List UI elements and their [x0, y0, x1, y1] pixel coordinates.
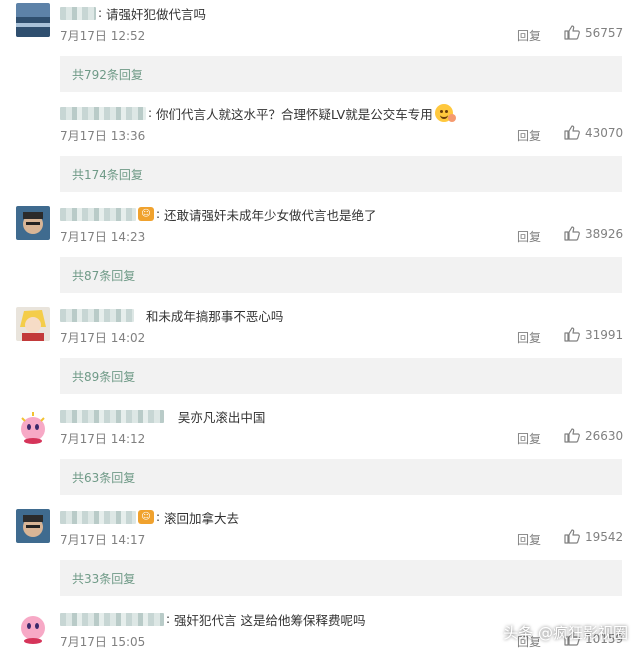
timestamp: 7月17日 14:12 — [60, 432, 146, 446]
like-button[interactable]: 31991 — [564, 327, 623, 342]
timestamp: 7月17日 13:36 — [60, 129, 146, 143]
colon: : — [98, 6, 103, 20]
more-replies-link[interactable]: 共89条回复 — [72, 368, 135, 385]
username[interactable] — [60, 106, 146, 120]
comment-text: 你们代言人就这水平？合理怀疑LV就是公交车专用 — [156, 106, 433, 122]
like-button[interactable]: 43070 — [564, 125, 623, 140]
more-replies-link[interactable]: 共87条回复 — [72, 267, 135, 284]
colon: : — [148, 106, 153, 120]
colon — [166, 409, 170, 423]
like-count: 31991 — [585, 327, 624, 342]
comment-text: 强奸犯代言 这是给他筹保释费呢吗 — [174, 612, 366, 628]
timestamp: 7月17日 12:52 — [60, 29, 146, 43]
comment-line: ☺ : 还敢请强奸未成年少女做代言也是绝了 — [60, 204, 377, 224]
more-replies-link[interactable]: 共792条回复 — [72, 66, 143, 83]
like-count: 26630 — [585, 428, 624, 443]
avatar[interactable] — [16, 509, 50, 543]
thumbs-up-icon — [564, 327, 580, 342]
thumbs-up-icon — [564, 25, 580, 40]
replies-box: 共174条回复 — [60, 156, 622, 192]
like-button[interactable]: 26630 — [564, 428, 623, 443]
like-count: 38926 — [585, 226, 624, 241]
more-replies-link[interactable]: 共63条回复 — [72, 469, 135, 486]
badge-icon: ☺ — [138, 207, 154, 221]
replies-box: 共33条回复 — [60, 560, 622, 596]
avatar[interactable] — [16, 3, 50, 37]
colon — [136, 308, 140, 322]
timestamp: 7月17日 14:17 — [60, 533, 146, 547]
timestamp: 7月17日 14:23 — [60, 230, 146, 244]
comment-line: : 你们代言人就这水平？合理怀疑LV就是公交车专用 — [60, 103, 456, 123]
comment-line: : 强奸犯代言 这是给他筹保释费呢吗 — [60, 609, 366, 629]
colon: : — [156, 207, 161, 221]
username[interactable] — [60, 207, 136, 221]
avatar[interactable] — [16, 307, 50, 341]
comment-text: 滚回加拿大去 — [164, 510, 240, 526]
like-count: 43070 — [585, 125, 624, 140]
username[interactable] — [60, 6, 96, 20]
smile-emoji-icon — [434, 104, 456, 122]
reply-button[interactable]: 回复 — [517, 329, 541, 346]
avatar[interactable] — [16, 410, 50, 444]
timestamp: 7月17日 14:02 — [60, 331, 146, 345]
username[interactable] — [60, 308, 134, 322]
thumbs-up-icon — [564, 125, 580, 140]
reply-button[interactable]: 回复 — [517, 127, 541, 144]
comment-line: ☺ : 滚回加拿大去 — [60, 507, 239, 527]
colon: : — [166, 612, 171, 626]
comment-line: : 请强奸犯做代言吗 — [60, 3, 206, 23]
like-count: 56757 — [585, 25, 624, 40]
replies-box: 共89条回复 — [60, 358, 622, 394]
like-button[interactable]: 56757 — [564, 25, 623, 40]
replies-box: 共87条回复 — [60, 257, 622, 293]
comment-line: 和未成年搞那事不恶心吗 — [60, 305, 283, 325]
reply-button[interactable]: 回复 — [517, 531, 541, 548]
like-button[interactable]: 19542 — [564, 529, 623, 544]
comment-line: 吴亦凡滚出中国 — [60, 406, 265, 426]
reply-button[interactable]: 回复 — [517, 430, 541, 447]
badge-icon: ☺ — [138, 510, 154, 524]
like-button[interactable]: 38926 — [564, 226, 623, 241]
comment-text: 请强奸犯做代言吗 — [106, 6, 207, 22]
more-replies-link[interactable]: 共33条回复 — [72, 570, 135, 587]
watermark: 头条 @疯狂影视圈 — [503, 624, 628, 642]
replies-box: 共792条回复 — [60, 56, 622, 92]
thumbs-up-icon — [564, 226, 580, 241]
comment-text: 吴亦凡滚出中国 — [177, 409, 266, 425]
avatar[interactable] — [16, 611, 50, 645]
comment-text: 还敢请强奸未成年少女做代言也是绝了 — [164, 207, 377, 223]
thumbs-up-icon — [564, 428, 580, 443]
more-replies-link[interactable]: 共174条回复 — [72, 166, 143, 183]
like-count: 19542 — [585, 529, 624, 544]
reply-button[interactable]: 回复 — [517, 228, 541, 245]
username[interactable] — [60, 409, 164, 423]
thumbs-up-icon — [564, 529, 580, 544]
timestamp: 7月17日 15:05 — [60, 635, 146, 649]
avatar[interactable] — [16, 206, 50, 240]
replies-box: 共63条回复 — [60, 459, 622, 495]
colon: : — [156, 510, 161, 524]
reply-button[interactable]: 回复 — [517, 27, 541, 44]
username[interactable] — [60, 612, 164, 626]
comment-text: 和未成年搞那事不恶心吗 — [145, 308, 284, 324]
username[interactable] — [60, 510, 136, 524]
